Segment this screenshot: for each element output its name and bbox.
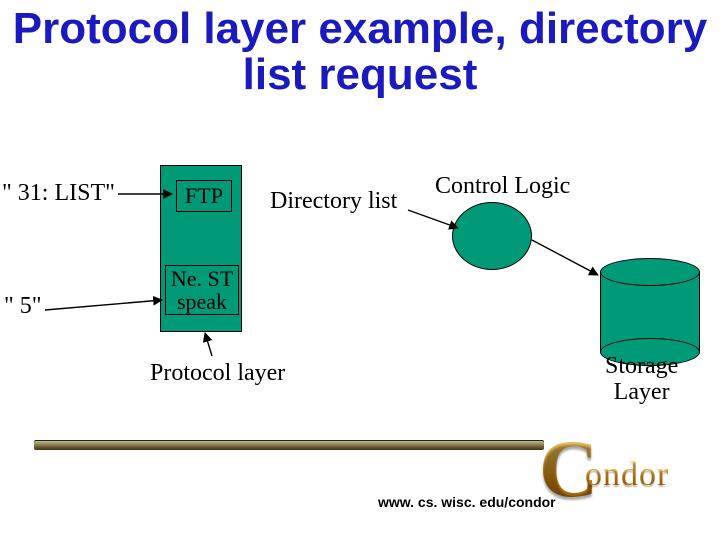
control-logic-label: Control Logic — [435, 173, 570, 200]
storage-cylinder — [600, 258, 698, 348]
storage-layer-label: Storage Layer — [605, 353, 678, 406]
nest-line2: speak — [177, 289, 227, 314]
ftp-box: FTP — [176, 180, 232, 212]
protocol-layer-label: Protocol layer — [150, 360, 285, 387]
input-31-list-label: " 31: LIST" — [2, 180, 115, 207]
control-logic-circle — [452, 202, 532, 270]
nest-line1: Ne. ST — [171, 266, 233, 291]
condor-logo: C ondor — [545, 420, 715, 510]
condor-logo-word: ondor — [585, 456, 669, 494]
storage-line1: Storage — [605, 353, 678, 379]
nest-speak-box: Ne. ST speak — [165, 265, 239, 315]
slide-title: Protocol layer example, directory list r… — [0, 6, 720, 98]
storage-line2: Layer — [614, 379, 670, 405]
slide: Protocol layer example, directory list r… — [0, 0, 720, 540]
footer-url: www. cs. wisc. edu/condor — [378, 494, 556, 510]
divider-bar — [34, 440, 544, 450]
directory-list-label: Directory list — [270, 188, 397, 215]
arrow-label-to-protocol — [205, 333, 212, 356]
input-5-label: " 5" — [4, 293, 42, 320]
arrow-5-to-nest — [45, 300, 162, 310]
cylinder-top — [600, 258, 700, 286]
arrow-control-to-storage — [532, 240, 598, 275]
arrow-dirlist-to-control — [408, 210, 458, 228]
